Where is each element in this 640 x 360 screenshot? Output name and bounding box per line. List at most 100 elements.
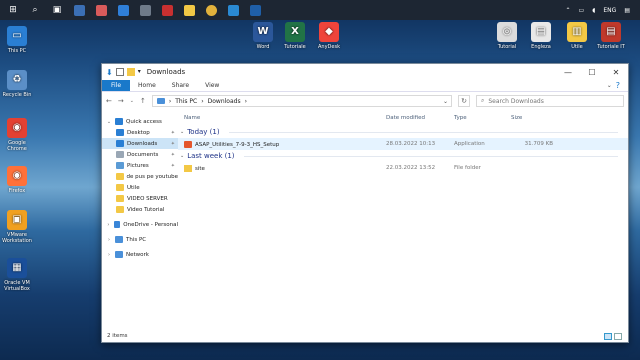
desktop-icon[interactable]: ◆ AnyDesk (312, 22, 346, 50)
desktop-icon[interactable]: ◉ Firefox (0, 166, 34, 194)
nav-item[interactable]: Documents ✦ (102, 149, 178, 160)
nav-item[interactable]: › OneDrive - Personal (102, 219, 178, 230)
column-header-name[interactable]: Name (184, 110, 386, 126)
customize-chevron-icon[interactable]: ▾ (138, 68, 141, 76)
expand-arrow-icon[interactable]: ⌄ (106, 119, 112, 125)
desktop-icon[interactable]: ▥ Utile (560, 22, 594, 50)
desktop-icon[interactable]: ♻ Recycle Bin (0, 70, 34, 98)
title-bar[interactable]: ⬇ ▾ Downloads — ☐ ✕ (102, 64, 628, 80)
breadcrumb-downloads[interactable]: Downloads (208, 98, 241, 105)
details-view-icon[interactable] (604, 332, 612, 340)
nav-item[interactable]: Utile (102, 182, 178, 193)
task-view-icon[interactable]: ▣ (48, 1, 66, 19)
taskbar-app-chrome-icon[interactable] (202, 1, 220, 19)
nav-item-label: Utile (127, 184, 140, 191)
file-date: 28.03.2022 10:13 (386, 141, 436, 147)
tab-view[interactable]: View (197, 80, 227, 91)
help-button[interactable]: ⌄ ? (599, 80, 628, 91)
start-icon[interactable]: ⊞ (4, 1, 22, 19)
breadcrumb-separator-icon[interactable]: › (169, 98, 171, 105)
desktop-app-icon: W (253, 22, 273, 42)
properties-icon[interactable] (115, 68, 124, 76)
file-row-site[interactable]: site 22.03.2022 13:52 File folder (178, 162, 628, 174)
group-header-last-week[interactable]: ⌄ Last week (1) (178, 150, 628, 162)
taskbar-app-red-icon[interactable] (158, 1, 176, 19)
column-headers: Name Date modified Type Size (178, 110, 628, 126)
file-row-setup[interactable]: ASAP_Utilities_7-9-3_HS_Setup 28.03.2022… (178, 138, 628, 150)
back-arrow-icon[interactable]: ← (106, 97, 112, 105)
desktop-icon[interactable]: ▤ Tutoriale IT (594, 22, 628, 50)
nav-item-label: This PC (126, 236, 147, 243)
large-icons-view-icon[interactable] (614, 332, 622, 340)
nav-item[interactable]: Video Tutorial (102, 204, 178, 215)
close-button[interactable]: ✕ (604, 64, 628, 80)
expand-arrow-icon[interactable]: › (106, 252, 112, 258)
volume-icon[interactable]: ◖ (592, 7, 595, 14)
nav-item[interactable]: de pus pe youtube (102, 171, 178, 182)
desktop-app-icon: ▤ (531, 22, 551, 42)
download-icon[interactable]: ⬇ (106, 68, 113, 77)
breadcrumb-separator-icon[interactable]: › (201, 98, 203, 105)
chevron-up-icon[interactable]: ⌃ (566, 7, 571, 14)
address-bar[interactable]: › This PC › Downloads › ⌄ (151, 95, 452, 107)
address-row: ← → ⌄ ↑ › This PC › Downloads › ⌄ ↻ ⌕ (102, 92, 628, 110)
nav-item-label: Desktop (127, 129, 150, 136)
notification-icon[interactable]: ▤ (624, 7, 630, 14)
help-icon[interactable]: ? (616, 81, 620, 90)
column-header-date[interactable]: Date modified (386, 110, 454, 126)
nav-item[interactable]: › This PC (102, 234, 178, 245)
nav-item[interactable]: Desktop ✦ (102, 127, 178, 138)
taskbar-app-photos-icon[interactable] (70, 1, 88, 19)
tab-home[interactable]: Home (130, 80, 164, 91)
breadcrumb-separator-icon[interactable]: › (245, 98, 247, 105)
forward-arrow-icon[interactable]: → (118, 97, 124, 105)
nav-item[interactable]: ⌄ Quick access (102, 116, 178, 127)
taskbar-app-store-icon[interactable] (92, 1, 110, 19)
language-indicator[interactable]: ENG (603, 7, 616, 14)
desktop-icon[interactable]: W Word (246, 22, 280, 50)
application-icon (184, 140, 192, 148)
tab-file[interactable]: File (102, 80, 131, 91)
nav-item[interactable]: VIDEO SERVER (102, 193, 178, 204)
desktop-icon[interactable]: ▭ This PC (0, 26, 34, 54)
expand-ribbon-icon[interactable]: ⌄ (607, 82, 612, 89)
desktop-icon[interactable]: ▣ VMware Workstation (0, 210, 34, 244)
refresh-button[interactable]: ↻ (458, 95, 470, 107)
taskbar-app-explorer-icon[interactable] (180, 1, 198, 19)
chevron-down-icon[interactable]: ⌄ (180, 153, 184, 159)
address-dropdown-icon[interactable]: ⌄ (443, 98, 451, 105)
taskbar-app-shield-icon[interactable] (114, 1, 132, 19)
desktop-icon[interactable]: ◎ Tutorial (490, 22, 524, 50)
nav-item[interactable]: › Network (102, 249, 178, 260)
minimize-button[interactable]: — (556, 64, 580, 80)
column-header-size[interactable]: Size (511, 110, 561, 126)
search-box[interactable]: ⌕ (476, 95, 624, 107)
navigation-pane: ⌄ Quick access Desktop ✦ Downloads ✦ Documents… (102, 110, 178, 330)
search-input[interactable] (488, 97, 609, 105)
breadcrumb-this-pc[interactable]: This PC (175, 98, 197, 105)
desktop-app-icon: ◆ (319, 22, 339, 42)
nav-item-label: Documents (127, 151, 159, 158)
expand-arrow-icon[interactable]: › (106, 237, 112, 243)
tab-share[interactable]: Share (164, 80, 197, 91)
expand-arrow-icon[interactable]: › (106, 222, 111, 228)
desktop-icon[interactable]: ▤ Engleza (524, 22, 558, 50)
desktop-icon[interactable]: X Tutoriale (278, 22, 312, 50)
new-folder-icon[interactable] (126, 68, 135, 76)
maximize-button[interactable]: ☐ (580, 64, 604, 80)
desktop-icon[interactable]: ◉ Google Chrome (0, 118, 34, 152)
nav-item[interactable]: Pictures ✦ (102, 160, 178, 171)
taskbar-app-mail-icon[interactable] (246, 1, 264, 19)
desktop-icon[interactable]: ▦ Oracle VM VirtualBox (0, 258, 34, 292)
taskbar-app-tool-icon[interactable] (136, 1, 154, 19)
up-arrow-icon[interactable]: ↑ (140, 97, 146, 105)
desktop-icon-label: Oracle VM VirtualBox (4, 280, 30, 292)
recent-locations-chevron-icon[interactable]: ⌄ (130, 98, 134, 104)
nav-item[interactable]: Downloads ✦ (102, 138, 178, 149)
group-header-today[interactable]: ⌄ Today (1) (178, 126, 628, 138)
search-icon[interactable]: ⌕ (26, 1, 44, 19)
taskbar-app-blue-icon[interactable] (224, 1, 242, 19)
chevron-down-icon[interactable]: ⌄ (180, 129, 184, 135)
network-icon[interactable]: ▭ (579, 7, 585, 14)
column-header-type[interactable]: Type (454, 110, 511, 126)
